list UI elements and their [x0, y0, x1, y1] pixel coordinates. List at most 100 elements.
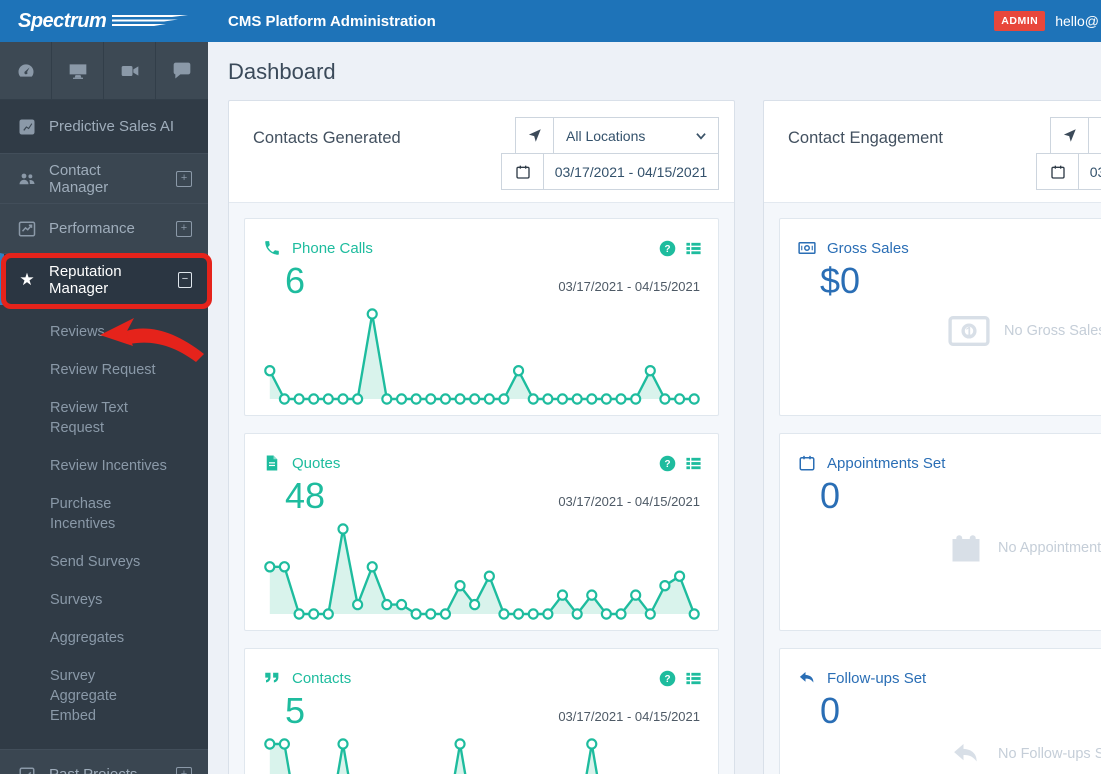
sidebar-item-label: Predictive Sales AI [49, 118, 175, 135]
svg-text:?: ? [664, 674, 670, 685]
help-circle-icon[interactable]: ? [659, 240, 676, 257]
location-arrow-icon [516, 118, 554, 153]
card-title: Quotes [292, 454, 341, 472]
sidebar-item-reputation-manager[interactable]: ★ Reputation Manager − [0, 253, 208, 305]
appointments-value: 0 [820, 475, 841, 516]
panel-title: Contacts Generated [253, 129, 401, 147]
card-title: Gross Sales [827, 239, 909, 257]
card-date-range: 03/17/2021 - 04/15/2021 [558, 709, 700, 724]
contact-engagement-panel: Contact Engagement All Locations 03/17/2… [763, 100, 1101, 774]
appointments-set-card: Appointments Set 0 No Appointments Set [779, 433, 1101, 631]
reply-arrow-icon [799, 672, 814, 683]
app-title: CMS Platform Administration [228, 12, 436, 30]
logo-text: Spectrum [18, 9, 107, 32]
date-range-value: 03/17/2021 - 04/15/2021 [1089, 163, 1101, 180]
svg-text:?: ? [664, 459, 670, 470]
money-bill-icon [798, 242, 816, 254]
card-title: Contacts [292, 669, 352, 687]
card-date-range: 03/17/2021 - 04/15/2021 [558, 494, 700, 509]
expand-plus-icon[interactable]: + [176, 766, 192, 774]
phone-calls-card: Phone Calls ? 6 03/17/2021 - 04/15/2021 [244, 218, 719, 416]
admin-badge: ADMIN [994, 11, 1046, 31]
expand-plus-icon[interactable]: + [176, 220, 192, 237]
date-range-picker[interactable]: 03/17/2021 - 04/15/2021 [1036, 153, 1101, 190]
sidebar-item-performance[interactable]: Performance + [0, 203, 208, 253]
quotes-value: 48 [285, 475, 326, 516]
logo-swoosh-lines [112, 15, 189, 26]
chart-square-icon [19, 119, 35, 134]
followups-set-card: Follow-ups Set 0 No Follow-ups Set [779, 648, 1101, 774]
video-camera-icon[interactable] [104, 42, 156, 99]
panel-title: Contact Engagement [788, 129, 944, 147]
submenu-item-aggregates[interactable]: Aggregates [0, 619, 190, 657]
desktop-icon[interactable] [52, 42, 104, 99]
submenu-item-survey-aggregate-embed[interactable]: Survey Aggregate Embed [0, 657, 172, 735]
card-title: Follow-ups Set [827, 669, 927, 687]
submenu-item-review-request[interactable]: Review Request [0, 351, 190, 389]
sidebar-item-label: Contact Manager [49, 161, 109, 196]
reputation-submenu: Reviews Review Request Review Text Reque… [0, 305, 208, 749]
list-view-icon[interactable] [685, 455, 702, 472]
quotes-card: Quotes ? 48 03/17/2021 - 04/15/2021 [244, 433, 719, 631]
list-view-icon[interactable] [685, 240, 702, 257]
chat-icon[interactable] [156, 42, 208, 99]
users-icon [19, 173, 35, 184]
sidebar-item-contact-manager[interactable]: Contact Manager + [0, 153, 208, 203]
followups-value: 0 [820, 690, 841, 731]
spectrum-logo[interactable]: Spectrum [18, 0, 190, 42]
phone-icon [265, 241, 279, 255]
no-data-text: No Follow-ups Set [998, 746, 1101, 762]
expand-plus-icon[interactable]: + [176, 170, 192, 187]
gross-sales-card: Gross Sales $0 1 No Gross Sales [779, 218, 1101, 416]
help-circle-icon[interactable]: ? [659, 670, 676, 687]
top-bar: Spectrum CMS Platform Administration ADM… [0, 0, 1101, 42]
no-gross-sales: 1 No Gross Sales [948, 315, 1101, 347]
no-data-text: No Gross Sales [1004, 323, 1101, 339]
svg-text:?: ? [664, 244, 670, 255]
location-value: All Locations [1089, 128, 1101, 144]
sidebar-item-past-projects[interactable]: Past Projects + [0, 749, 208, 774]
panel-header: Contacts Generated All Locations 03/17/2… [229, 101, 734, 203]
submenu-item-surveys[interactable]: Surveys [0, 581, 190, 619]
phone-calls-sparkline [260, 305, 704, 409]
star-icon: ★ [19, 269, 35, 289]
svg-text:1: 1 [965, 325, 972, 339]
submenu-item-send-surveys[interactable]: Send Surveys [0, 543, 190, 581]
calendar-icon [799, 455, 815, 471]
card-date-range: 03/17/2021 - 04/15/2021 [558, 279, 700, 294]
sidebar-item-predictive-sales-ai[interactable]: Predictive Sales AI [0, 100, 208, 153]
location-select[interactable]: All Locations [515, 117, 719, 154]
contacts-card: Contacts ? 5 03/17/2021 - 04/15/2021 [244, 648, 719, 774]
panel-body: Gross Sales $0 1 No Gross Sales Appointm… [764, 203, 1101, 774]
submenu-item-review-text-request[interactable]: Review Text Request [0, 389, 190, 447]
location-value: All Locations [566, 127, 646, 144]
panel-body: Phone Calls ? 6 03/17/2021 - 04/15/2021 … [229, 203, 734, 774]
collapse-minus-icon[interactable]: − [178, 271, 192, 288]
sidebar: Predictive Sales AI Contact Manager + Pe… [0, 42, 208, 774]
submenu-item-review-incentives[interactable]: Review Incentives [0, 447, 190, 485]
quote-icon [265, 672, 279, 683]
dashboard-gauge-icon[interactable] [0, 42, 52, 99]
contacts-sparkline [260, 735, 704, 774]
help-circle-icon[interactable]: ? [659, 455, 676, 472]
main-content: Dashboard Contacts Generated All Locatio… [208, 42, 1101, 774]
sidebar-item-label: Performance [49, 220, 135, 237]
submenu-item-purchase-incentives[interactable]: Purchase Incentives [0, 485, 190, 543]
location-select[interactable]: All Locations [1050, 117, 1101, 154]
submenu-item-reviews[interactable]: Reviews [0, 313, 190, 351]
no-followups-set: No Follow-ups Set [948, 739, 1101, 769]
list-view-icon[interactable] [685, 670, 702, 687]
card-title: Phone Calls [292, 239, 373, 257]
no-appointments-set: No Appointments Set [948, 530, 1101, 566]
panel-header: Contact Engagement All Locations 03/17/2… [764, 101, 1101, 203]
date-range-picker[interactable]: 03/17/2021 - 04/15/2021 [501, 153, 719, 190]
page-title: Dashboard [228, 59, 336, 84]
card-title: Appointments Set [827, 454, 946, 472]
user-email[interactable]: hello@ [1055, 13, 1099, 29]
sidebar-item-label: Reputation Manager [49, 262, 122, 297]
calendar-icon [502, 154, 544, 189]
contacts-generated-panel: Contacts Generated All Locations 03/17/2… [228, 100, 735, 774]
check-square-icon [19, 767, 35, 774]
document-icon [266, 455, 278, 471]
phone-calls-value: 6 [285, 260, 306, 301]
